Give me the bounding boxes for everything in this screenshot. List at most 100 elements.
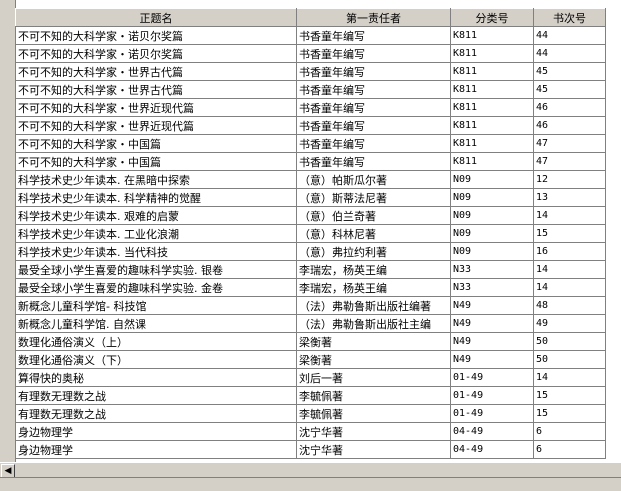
row-selector-column[interactable] xyxy=(0,0,16,462)
cell-title[interactable]: 最受全球小学生喜爱的趣味科学实验. 金卷 xyxy=(15,278,297,297)
cell-class-number[interactable]: K811 xyxy=(450,152,534,171)
cell-class-number[interactable]: N09 xyxy=(450,206,534,225)
cell-book-number[interactable]: 14 xyxy=(533,278,606,297)
cell-author[interactable]: （法）弗勒鲁斯出版社主编 xyxy=(296,314,451,333)
cell-book-number[interactable]: 50 xyxy=(533,332,606,351)
cell-title[interactable]: 不可不知的大科学家・诺贝尔奖篇 xyxy=(15,26,297,45)
cell-book-number[interactable]: 14 xyxy=(533,260,606,279)
column-header-class-number[interactable]: 分类号 xyxy=(450,8,534,27)
table-row[interactable]: 不可不知的大科学家・中国篇 书香童年编写 K811 47 xyxy=(15,134,606,153)
cell-title[interactable]: 科学技术史少年读本. 艰难的启蒙 xyxy=(15,206,297,225)
cell-book-number[interactable]: 6 xyxy=(533,440,606,459)
cell-title[interactable]: 新概念儿童科学馆- 科技馆 xyxy=(15,296,297,315)
cell-book-number[interactable]: 45 xyxy=(533,62,606,81)
cell-author[interactable]: （意）弗拉约利著 xyxy=(296,242,451,261)
table-row[interactable]: 科学技术史少年读本. 艰难的启蒙 （意）伯兰奇著 N09 14 xyxy=(15,206,606,225)
cell-author[interactable]: 李毓佩著 xyxy=(296,404,451,423)
cell-class-number[interactable]: 01-49 xyxy=(450,404,534,423)
table-row[interactable]: 算得快的奥秘 刘后一著 01-49 14 xyxy=(15,368,606,387)
cell-title[interactable]: 数理化通俗演义（上） xyxy=(15,332,297,351)
cell-book-number[interactable]: 14 xyxy=(533,206,606,225)
cell-author[interactable]: 书香童年编写 xyxy=(296,116,451,135)
cell-book-number[interactable]: 44 xyxy=(533,44,606,63)
cell-class-number[interactable]: N49 xyxy=(450,332,534,351)
cell-author[interactable]: 刘后一著 xyxy=(296,368,451,387)
table-row[interactable]: 数理化通俗演义（上） 梁衡著 N49 50 xyxy=(15,332,606,351)
cell-title[interactable]: 科学技术史少年读本. 在黑暗中探索 xyxy=(15,170,297,189)
table-row[interactable]: 科学技术史少年读本. 在黑暗中探索 （意）帕斯瓜尔著 N09 12 xyxy=(15,170,606,189)
cell-author[interactable]: （意）科林尼著 xyxy=(296,224,451,243)
cell-class-number[interactable]: K811 xyxy=(450,134,534,153)
table-row[interactable]: 数理化通俗演义（下） 梁衡著 N49 50 xyxy=(15,350,606,369)
cell-book-number[interactable]: 47 xyxy=(533,152,606,171)
cell-class-number[interactable]: N09 xyxy=(450,224,534,243)
cell-author[interactable]: 李毓佩著 xyxy=(296,386,451,405)
horizontal-scrollbar[interactable]: ◀ xyxy=(0,462,621,478)
table-row[interactable]: 最受全球小学生喜爱的趣味科学实验. 金卷 李瑞宏，杨英王编 N33 14 xyxy=(15,278,606,297)
cell-title[interactable]: 有理数无理数之战 xyxy=(15,386,297,405)
cell-book-number[interactable]: 50 xyxy=(533,350,606,369)
cell-title[interactable]: 有理数无理数之战 xyxy=(15,404,297,423)
table-row[interactable]: 科学技术史少年读本. 工业化浪潮 （意）科林尼著 N09 15 xyxy=(15,224,606,243)
cell-title[interactable]: 身边物理学 xyxy=(15,440,297,459)
table-row[interactable]: 身边物理学 沈宁华著 04-49 6 xyxy=(15,440,606,459)
cell-class-number[interactable]: 04-49 xyxy=(450,440,534,459)
cell-class-number[interactable]: N33 xyxy=(450,260,534,279)
table-row[interactable]: 不可不知的大科学家・世界古代篇 书香童年编写 K811 45 xyxy=(15,80,606,99)
cell-author[interactable]: 书香童年编写 xyxy=(296,80,451,99)
cell-title[interactable]: 科学技术史少年读本. 当代科技 xyxy=(15,242,297,261)
left-arrow-icon[interactable]: ◀ xyxy=(1,464,15,478)
cell-author[interactable]: （意）帕斯瓜尔著 xyxy=(296,170,451,189)
cell-title[interactable]: 不可不知的大科学家・中国篇 xyxy=(15,134,297,153)
cell-book-number[interactable]: 45 xyxy=(533,80,606,99)
cell-class-number[interactable]: N49 xyxy=(450,296,534,315)
cell-class-number[interactable]: N49 xyxy=(450,314,534,333)
cell-title[interactable]: 数理化通俗演义（下） xyxy=(15,350,297,369)
cell-title[interactable]: 不可不知的大科学家・中国篇 xyxy=(15,152,297,171)
table-row[interactable]: 不可不知的大科学家・世界近现代篇 书香童年编写 K811 46 xyxy=(15,98,606,117)
table-row[interactable]: 不可不知的大科学家・中国篇 书香童年编写 K811 47 xyxy=(15,152,606,171)
cell-book-number[interactable]: 15 xyxy=(533,386,606,405)
cell-author[interactable]: 书香童年编写 xyxy=(296,152,451,171)
cell-book-number[interactable]: 12 xyxy=(533,170,606,189)
cell-author[interactable]: （意）斯蒂法尼著 xyxy=(296,188,451,207)
cell-book-number[interactable]: 6 xyxy=(533,422,606,441)
cell-book-number[interactable]: 47 xyxy=(533,134,606,153)
cell-author[interactable]: 沈宁华著 xyxy=(296,440,451,459)
cell-book-number[interactable]: 49 xyxy=(533,314,606,333)
cell-book-number[interactable]: 15 xyxy=(533,404,606,423)
cell-title[interactable]: 不可不知的大科学家・世界古代篇 xyxy=(15,80,297,99)
cell-class-number[interactable]: 01-49 xyxy=(450,386,534,405)
cell-author[interactable]: （意）伯兰奇著 xyxy=(296,206,451,225)
cell-title[interactable]: 最受全球小学生喜爱的趣味科学实验. 银卷 xyxy=(15,260,297,279)
cell-author[interactable]: 书香童年编写 xyxy=(296,62,451,81)
column-header-author[interactable]: 第一责任者 xyxy=(296,8,451,27)
cell-author[interactable]: （法）弗勒鲁斯出版社编著 xyxy=(296,296,451,315)
cell-class-number[interactable]: K811 xyxy=(450,62,534,81)
cell-class-number[interactable]: 01-49 xyxy=(450,368,534,387)
cell-book-number[interactable]: 46 xyxy=(533,116,606,135)
table-row[interactable]: 新概念儿童科学馆. 自然课 （法）弗勒鲁斯出版社主编 N49 49 xyxy=(15,314,606,333)
table-row[interactable]: 新概念儿童科学馆- 科技馆 （法）弗勒鲁斯出版社编著 N49 48 xyxy=(15,296,606,315)
cell-class-number[interactable]: K811 xyxy=(450,98,534,117)
table-row[interactable]: 不可不知的大科学家・诺贝尔奖篇 书香童年编写 K811 44 xyxy=(15,26,606,45)
cell-author[interactable]: 书香童年编写 xyxy=(296,134,451,153)
table-row[interactable]: 身边物理学 沈宁华著 04-49 6 xyxy=(15,422,606,441)
cell-class-number[interactable]: N33 xyxy=(450,278,534,297)
cell-class-number[interactable]: K811 xyxy=(450,116,534,135)
cell-title[interactable]: 不可不知的大科学家・世界近现代篇 xyxy=(15,116,297,135)
cell-author[interactable]: 梁衡著 xyxy=(296,332,451,351)
cell-book-number[interactable]: 16 xyxy=(533,242,606,261)
column-header-book-number[interactable]: 书次号 xyxy=(533,8,606,27)
cell-author[interactable]: 李瑞宏，杨英王编 xyxy=(296,278,451,297)
cell-title[interactable]: 科学技术史少年读本. 工业化浪潮 xyxy=(15,224,297,243)
cell-title[interactable]: 不可不知的大科学家・世界近现代篇 xyxy=(15,98,297,117)
cell-title[interactable]: 科学技术史少年读本. 科学精神的觉醒 xyxy=(15,188,297,207)
cell-book-number[interactable]: 14 xyxy=(533,368,606,387)
table-row[interactable]: 不可不知的大科学家・世界古代篇 书香童年编写 K811 45 xyxy=(15,62,606,81)
cell-book-number[interactable]: 44 xyxy=(533,26,606,45)
table-row[interactable]: 科学技术史少年读本. 科学精神的觉醒 （意）斯蒂法尼著 N09 13 xyxy=(15,188,606,207)
cell-class-number[interactable]: 04-49 xyxy=(450,422,534,441)
table-row[interactable]: 科学技术史少年读本. 当代科技 （意）弗拉约利著 N09 16 xyxy=(15,242,606,261)
cell-author[interactable]: 书香童年编写 xyxy=(296,44,451,63)
